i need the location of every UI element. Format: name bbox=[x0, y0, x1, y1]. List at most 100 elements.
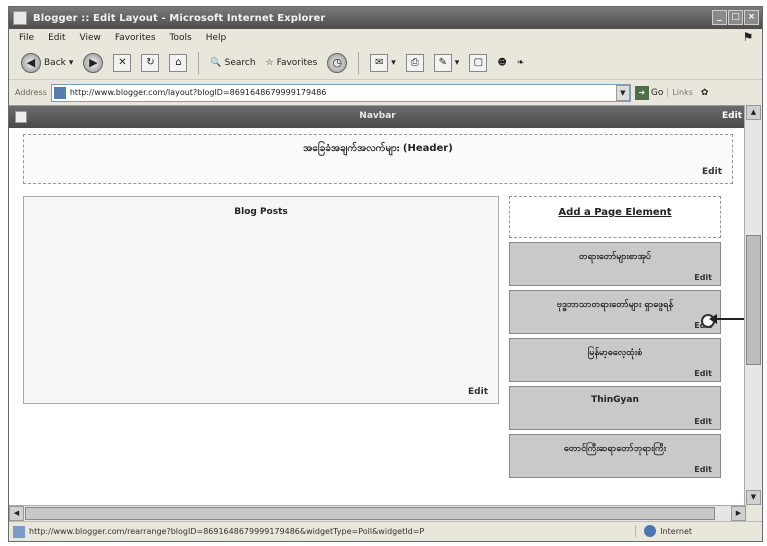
browser-window: Blogger :: Edit Layout - Microsoft Inter… bbox=[8, 6, 763, 542]
menu-help[interactable]: Help bbox=[206, 33, 227, 43]
ie-app-icon bbox=[13, 11, 27, 25]
gadget-edit-link[interactable]: Edit bbox=[694, 465, 712, 474]
search-label: Search bbox=[224, 58, 256, 68]
header-edit-link[interactable]: Edit bbox=[702, 167, 722, 177]
add-page-element-box: Add a Page Element bbox=[509, 196, 721, 238]
gadget-edit-link[interactable]: Edit bbox=[694, 369, 712, 378]
scroll-left-button[interactable]: ◀ bbox=[9, 506, 24, 521]
security-zone: Internet bbox=[635, 525, 692, 537]
address-url: http://www.blogger.com/layout?blogID=869… bbox=[69, 88, 327, 97]
blog-posts-edit-link[interactable]: Edit bbox=[468, 387, 488, 397]
gadget-title: တောင်ကြီးဆရာတော်ဘုရားကြီး bbox=[563, 444, 667, 454]
search-button[interactable]: 🔍 Search bbox=[208, 51, 257, 75]
printer-icon: ⎙ bbox=[405, 54, 424, 72]
print-button[interactable]: ⎙ bbox=[404, 51, 426, 75]
windows-flag-icon: ⚑ bbox=[742, 30, 754, 44]
back-arrow-icon: ◀ bbox=[21, 53, 41, 73]
mail-button[interactable]: ✉ ▾ bbox=[368, 51, 398, 75]
gadget-title: တရားတော်များစာအုပ် bbox=[579, 252, 651, 262]
research-icon: ❧ bbox=[516, 58, 525, 68]
sidebar-gadget[interactable]: ThinGyan Edit bbox=[509, 386, 721, 430]
back-label: Back bbox=[44, 58, 66, 68]
go-arrow-icon: ➜ bbox=[634, 85, 649, 100]
header-title: အခြေခံအချက်အလက်များ (Header) bbox=[303, 143, 453, 154]
horizontal-scrollbar[interactable]: ◀ ▶ bbox=[9, 505, 746, 521]
blog-posts-title: Blog Posts bbox=[234, 207, 288, 217]
toolbar-separator bbox=[358, 52, 360, 74]
scroll-right-button[interactable]: ▶ bbox=[731, 506, 746, 521]
standard-toolbar: ◀ Back ▾ ▶ ✕ ↻ ⌂ 🔍 Search ☆ Favorites ◷ … bbox=[9, 47, 762, 79]
sidebar-gadget[interactable]: တရားတော်များစာအုပ် Edit bbox=[509, 242, 721, 286]
gadget-title: မြန်မာ့ဓလေ့ထုံးစံ bbox=[587, 348, 643, 358]
address-input[interactable]: http://www.blogger.com/layout?blogID=869… bbox=[50, 83, 631, 102]
back-button[interactable]: ◀ Back ▾ bbox=[19, 51, 75, 75]
maximize-button[interactable]: □ bbox=[728, 10, 743, 25]
go-button[interactable]: ➜ Go bbox=[634, 85, 664, 100]
status-bar: http://www.blogger.com/rearrange?blogID=… bbox=[9, 521, 762, 541]
window-title: Blogger :: Edit Layout - Microsoft Inter… bbox=[33, 12, 326, 24]
home-icon: ⌂ bbox=[169, 54, 188, 72]
sidebar-gadget[interactable]: တောင်ကြီးဆရာတော်ဘုရားကြီး Edit bbox=[509, 434, 721, 478]
mail-icon: ✉ bbox=[370, 54, 389, 72]
home-button[interactable]: ⌂ bbox=[167, 51, 189, 75]
vertical-scroll-thumb[interactable] bbox=[746, 235, 761, 365]
title-bar: Blogger :: Edit Layout - Microsoft Inter… bbox=[9, 7, 762, 29]
chevron-down-icon: ▾ bbox=[68, 58, 74, 68]
discuss-button[interactable]: ▢ bbox=[467, 51, 489, 75]
settings-icon[interactable]: ✿ bbox=[701, 88, 709, 98]
chevron-down-icon: ▾ bbox=[391, 58, 396, 68]
history-icon: ◷ bbox=[327, 53, 348, 73]
menu-view[interactable]: View bbox=[80, 33, 101, 43]
favorites-label: Favorites bbox=[276, 58, 318, 68]
star-icon: ☆ bbox=[265, 58, 274, 68]
edit-page-icon: ✎ bbox=[433, 54, 452, 72]
sidebar-gadget[interactable]: မြန်မာ့ဓလေ့ထုံးစံ Edit bbox=[509, 338, 721, 382]
callout-arrow-icon bbox=[709, 314, 746, 324]
page-content: Navbar Edit အခြေခံအချက်အလက်များ (Header)… bbox=[9, 105, 746, 505]
links-button[interactable]: Links bbox=[667, 88, 697, 97]
menu-edit[interactable]: Edit bbox=[48, 33, 65, 43]
globe-icon bbox=[644, 525, 657, 537]
stop-button[interactable]: ✕ bbox=[111, 51, 133, 75]
address-dropdown-button[interactable]: ▼ bbox=[615, 84, 630, 101]
page-icon bbox=[53, 86, 66, 99]
close-button[interactable]: × bbox=[744, 10, 759, 25]
gadget-edit-link[interactable]: Edit bbox=[694, 273, 712, 282]
navbar-edit-link[interactable]: Edit bbox=[722, 111, 742, 121]
scroll-up-button[interactable]: ▲ bbox=[746, 105, 761, 120]
refresh-icon: ↻ bbox=[141, 54, 160, 72]
add-page-element-link[interactable]: Add a Page Element bbox=[510, 207, 720, 218]
favorites-button[interactable]: ☆ Favorites bbox=[264, 51, 320, 75]
minimize-button[interactable]: _ bbox=[712, 10, 727, 25]
toolbar-separator bbox=[198, 52, 200, 74]
status-url: http://www.blogger.com/rearrange?blogID=… bbox=[29, 527, 425, 536]
sidebar-gadget[interactable]: ဗုဒ္ဓဘာသာတရားတော်များ ရှာဖွေရန် Edit bbox=[509, 290, 721, 334]
navbar-element: Navbar Edit bbox=[9, 106, 746, 128]
address-bar: Address http://www.blogger.com/layout?bl… bbox=[9, 79, 762, 105]
discuss-icon: ▢ bbox=[469, 54, 488, 72]
menu-bar: File Edit View Favorites Tools Help ⚑ bbox=[9, 29, 762, 47]
navbar-title: Navbar bbox=[359, 111, 396, 121]
forward-arrow-icon: ▶ bbox=[83, 53, 104, 73]
research-button[interactable]: ❧ bbox=[515, 51, 527, 75]
menu-tools[interactable]: Tools bbox=[170, 33, 192, 43]
gadget-title: ThinGyan bbox=[591, 395, 639, 405]
zone-label: Internet bbox=[660, 526, 692, 536]
messenger-button[interactable]: ☻ bbox=[495, 51, 508, 75]
history-button[interactable]: ◷ bbox=[325, 51, 349, 75]
menu-file[interactable]: File bbox=[19, 33, 34, 43]
go-label: Go bbox=[650, 87, 664, 98]
refresh-button[interactable]: ↻ bbox=[139, 51, 161, 75]
menu-favorites[interactable]: Favorites bbox=[115, 33, 156, 43]
gadget-title: ဗုဒ္ဓဘာသာတရားတော်များ ရှာဖွေရန် bbox=[556, 300, 674, 310]
scroll-down-button[interactable]: ▼ bbox=[746, 490, 761, 505]
search-icon: 🔍 bbox=[210, 58, 222, 68]
edit-page-button[interactable]: ✎ ▾ bbox=[432, 51, 462, 75]
forward-button[interactable]: ▶ bbox=[81, 51, 105, 75]
horizontal-scroll-thumb[interactable] bbox=[25, 507, 715, 520]
blog-posts-element: Blog Posts Edit bbox=[23, 196, 499, 404]
gadget-edit-link[interactable]: Edit bbox=[694, 417, 712, 426]
page-icon bbox=[13, 525, 25, 538]
vertical-scrollbar[interactable]: ▲ ▼ bbox=[744, 105, 762, 505]
messenger-icon: ☻ bbox=[497, 58, 507, 68]
